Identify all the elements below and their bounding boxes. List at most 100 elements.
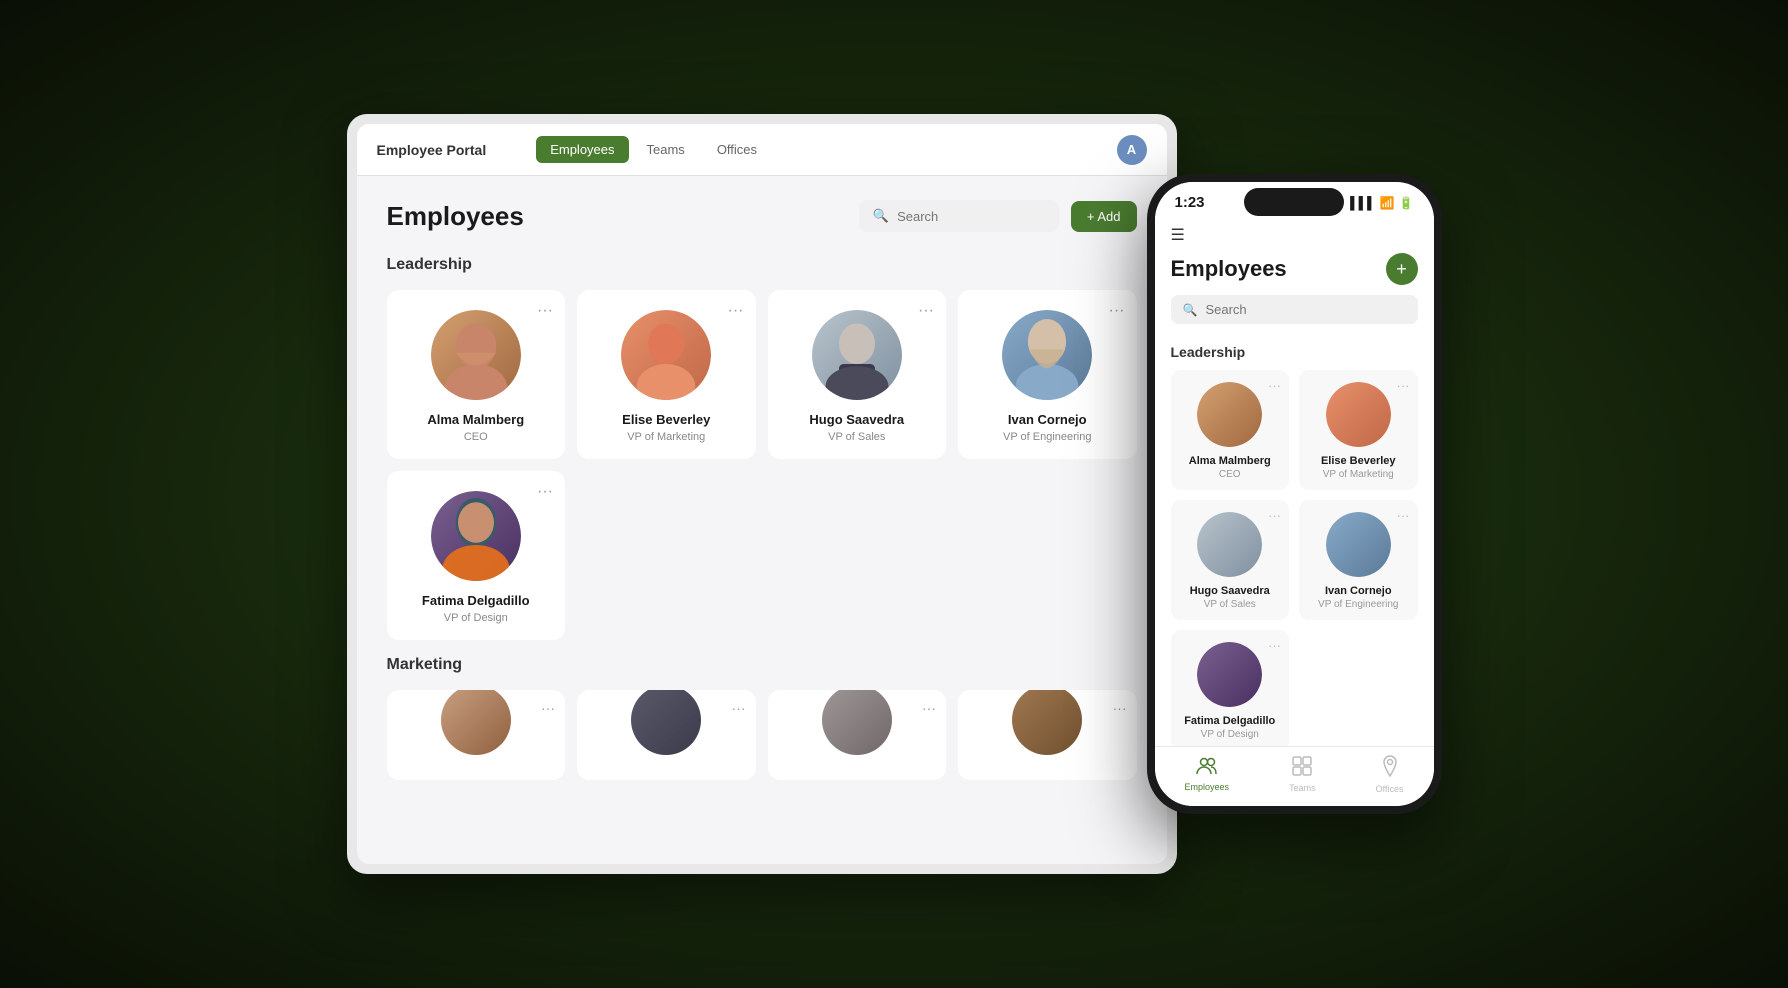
phone-leadership-grid-2: ··· Fatima Delgadillo VP of Design [1171, 630, 1418, 746]
search-icon: 🔍 [873, 208, 889, 224]
employee-name: Fatima Delgadillo [1181, 715, 1280, 727]
avatar [621, 310, 711, 400]
battery-icon: 🔋 [1399, 196, 1414, 210]
employee-job-title: VP of Engineering [1309, 599, 1408, 610]
avatar [1197, 512, 1262, 577]
more-options-icon[interactable]: ··· [541, 700, 555, 716]
avatar-image [431, 310, 521, 400]
avatar [1197, 382, 1262, 447]
avatar [1326, 512, 1391, 577]
employee-name: Fatima Delgadillo [403, 593, 550, 608]
signal-icon: ▌▌▌ [1350, 196, 1376, 210]
section-title-leadership: Leadership [1171, 344, 1418, 360]
avatar [822, 690, 892, 755]
tab-teams[interactable]: Teams [633, 136, 699, 163]
avatar-image [1326, 512, 1391, 577]
phone-screen: 1:23 ▌▌▌ 📶 🔋 ☰ Employees + 🔍 [1155, 182, 1434, 806]
avatar-image [431, 491, 521, 581]
page-title: Employees [1171, 256, 1287, 282]
tablet-content: Employees 🔍 + Add Leadership ··· [357, 176, 1167, 864]
avatar-image [1326, 382, 1391, 447]
phone-notch [1244, 188, 1344, 216]
employee-job-title: CEO [403, 431, 550, 443]
nav-item-employees[interactable]: Employees [1185, 757, 1230, 792]
table-row: ··· [768, 690, 947, 780]
tab-offices[interactable]: Offices [703, 136, 771, 163]
table-row: ··· [958, 690, 1137, 780]
more-options-icon[interactable]: ··· [537, 302, 553, 320]
nav-label-offices: Offices [1376, 784, 1404, 794]
add-button[interactable]: + Add [1071, 201, 1137, 232]
list-item: ··· Fatima Delgadillo VP of Design [1171, 630, 1290, 746]
more-options-icon[interactable]: ··· [1113, 700, 1127, 716]
employee-job-title: CEO [1181, 469, 1280, 480]
phone-title-row: Employees + [1171, 253, 1418, 285]
employee-name: Alma Malmberg [403, 412, 550, 427]
employee-name: Hugo Saavedra [784, 412, 931, 427]
section-title-leadership: Leadership [387, 256, 1137, 274]
phone-bottom-nav: Employees Teams [1155, 746, 1434, 806]
table-row: ··· Ivan Cornejo VP of Engineering [958, 290, 1137, 459]
employee-job-title: VP of Sales [784, 431, 931, 443]
avatar [441, 690, 511, 755]
more-options-icon[interactable]: ··· [1397, 508, 1410, 523]
list-item: ··· Hugo Saavedra VP of Sales [1171, 500, 1290, 620]
phone-leadership-grid: ··· Alma Malmberg CEO ··· [1171, 370, 1418, 620]
employee-name: Ivan Cornejo [974, 412, 1121, 427]
phone-scroll-area[interactable]: Leadership ··· Alma Malmberg CEO [1155, 340, 1434, 746]
search-bar[interactable]: 🔍 [859, 200, 1059, 232]
nav-label-teams: Teams [1289, 783, 1316, 793]
wifi-icon: 📶 [1380, 196, 1395, 210]
section-title-marketing: Marketing [387, 656, 1137, 674]
hamburger-icon[interactable]: ☰ [1171, 225, 1418, 245]
employee-name: Elise Beverley [593, 412, 740, 427]
avatar [1002, 310, 1092, 400]
marketing-grid: ··· ··· ··· ··· [387, 690, 1137, 780]
more-options-icon[interactable]: ··· [1268, 638, 1281, 653]
phone-content: ☰ Employees + 🔍 Leadership [1155, 217, 1434, 806]
search-input[interactable] [1205, 302, 1405, 317]
page-header: Employees 🔍 + Add [387, 200, 1137, 232]
search-input[interactable] [897, 209, 1045, 224]
avatar [1012, 690, 1082, 755]
table-row: ··· [577, 690, 756, 780]
avatar-image [1197, 642, 1262, 707]
employee-job-title: VP of Sales [1181, 599, 1280, 610]
more-options-icon[interactable]: ··· [1268, 508, 1281, 523]
more-options-icon[interactable]: ··· [537, 483, 553, 501]
phone-search-bar[interactable]: 🔍 [1171, 295, 1418, 324]
employee-job-title: VP of Marketing [1309, 469, 1408, 480]
more-options-icon[interactable]: ··· [1397, 378, 1410, 393]
tablet-navbar: Employee Portal Employees Teams Offices … [357, 124, 1167, 176]
avatar-image [1197, 382, 1262, 447]
avatar [812, 310, 902, 400]
employee-job-title: VP of Design [1181, 729, 1280, 740]
phone-time: 1:23 [1175, 194, 1205, 211]
more-options-icon[interactable]: ··· [728, 302, 744, 320]
more-options-icon[interactable]: ··· [922, 700, 936, 716]
more-options-icon[interactable]: ··· [1268, 378, 1281, 393]
avatar-image [812, 310, 902, 400]
table-row: ··· Elise Beverley VP of Marketing [577, 290, 756, 459]
employee-job-title: VP of Design [403, 612, 550, 624]
employee-job-title: VP of Marketing [593, 431, 740, 443]
avatar [1326, 382, 1391, 447]
employee-name: Ivan Cornejo [1309, 585, 1408, 597]
more-options-icon[interactable]: ··· [1109, 302, 1125, 320]
avatar [631, 690, 701, 755]
phone-status-icons: ▌▌▌ 📶 🔋 [1350, 196, 1413, 210]
nav-item-offices[interactable]: Offices [1376, 755, 1404, 794]
tab-employees[interactable]: Employees [536, 136, 628, 163]
table-row: ··· [387, 690, 566, 780]
avatar [1197, 642, 1262, 707]
table-row: ··· Hugo Saavedra VP of Sales [768, 290, 947, 459]
nav-item-teams[interactable]: Teams [1289, 756, 1316, 793]
list-item: ··· Alma Malmberg CEO [1171, 370, 1290, 490]
more-options-icon[interactable]: ··· [918, 302, 934, 320]
more-options-icon[interactable]: ··· [732, 700, 746, 716]
list-item: ··· Elise Beverley VP of Marketing [1299, 370, 1418, 490]
add-button[interactable]: + [1386, 253, 1418, 285]
teams-nav-icon [1292, 756, 1312, 781]
employee-name: Hugo Saavedra [1181, 585, 1280, 597]
avatar-image [1197, 512, 1262, 577]
